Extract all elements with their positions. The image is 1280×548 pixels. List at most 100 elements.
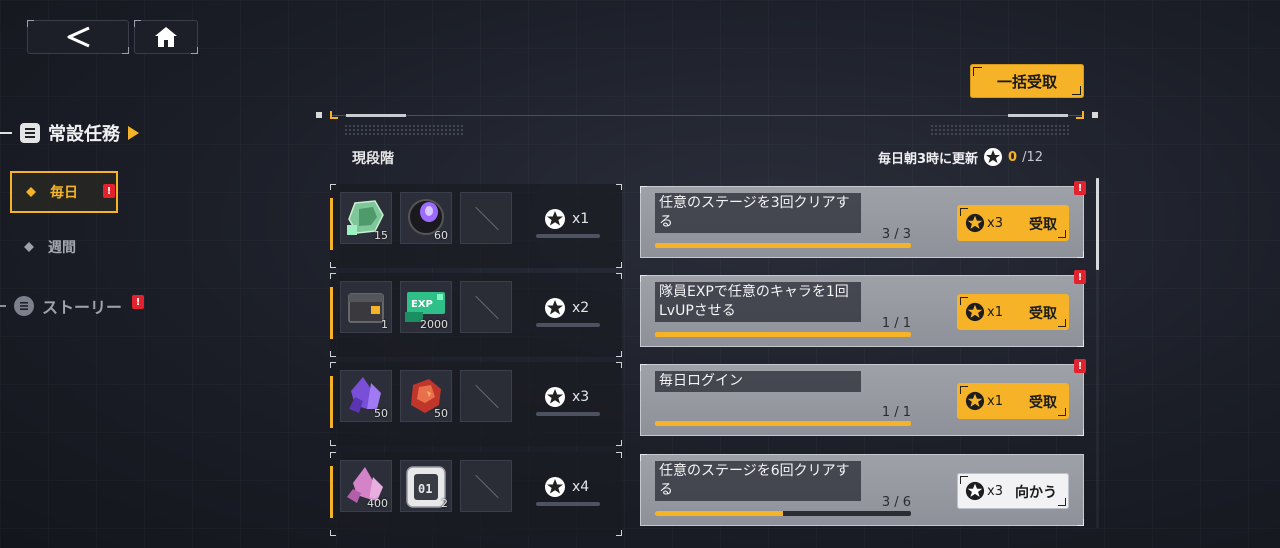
red-ore-icon[interactable]: 50: [400, 370, 452, 422]
star-emblem-icon: [545, 209, 565, 229]
item-quantity: 400: [367, 497, 388, 510]
menu-section-label: ストーリー: [42, 298, 123, 317]
star-emblem-icon: [545, 387, 565, 407]
task-card: 任意のステージを3回クリアする 3 / 3 x3 受取: [640, 186, 1084, 258]
task-progress: 3 / 3: [881, 227, 911, 242]
empty-slot: [460, 370, 512, 422]
menu-dash: [0, 132, 12, 134]
item-quantity: 50: [374, 407, 388, 420]
progress-bar: [655, 511, 911, 516]
alert-badge: !: [1074, 270, 1086, 284]
home-icon: [155, 27, 177, 47]
purple-crystal-icon[interactable]: 50: [340, 370, 392, 422]
menu-section-permanent[interactable]: 常設任務: [0, 120, 139, 146]
refresh-info: 毎日朝3時に更新 0/12: [878, 147, 1043, 167]
star-emblem-icon: [965, 481, 985, 501]
item-quantity: 60: [434, 229, 448, 242]
tab-daily[interactable]: 毎日 !: [10, 171, 118, 213]
task-progress: 1 / 1: [881, 405, 911, 420]
progress-bar: [655, 243, 911, 248]
expand-arrow-icon: [128, 126, 139, 140]
dot-pattern: [930, 124, 1070, 136]
star-reward: x3: [544, 386, 589, 408]
task-row: 1 EXP 2000 x2 隊員EXPで任意のキャラを1回LvUPさせる 1 /…: [330, 270, 1086, 357]
stage-label: 現段階: [352, 151, 394, 167]
diamond-icon: [24, 242, 34, 252]
claim-star-count: x1: [987, 304, 1003, 320]
star-emblem-icon: [545, 298, 565, 318]
dot-pattern: [344, 124, 464, 136]
svg-text:EXP: EXP: [411, 299, 433, 310]
tab-weekly[interactable]: 週間: [24, 237, 76, 257]
star-reward: x1: [544, 208, 589, 230]
star-emblem-icon: [984, 148, 1003, 166]
item-quantity: 50: [434, 407, 448, 420]
timeline-divider: [316, 111, 1098, 119]
back-button[interactable]: [27, 20, 129, 54]
task-progress: 3 / 6: [881, 495, 911, 510]
star-reward-count: x4: [572, 479, 590, 495]
item-quantity: 1: [381, 318, 388, 331]
star-reward-count: x1: [572, 211, 590, 227]
reward-panel: 50 50 x3: [330, 362, 622, 446]
star-reward-count: x2: [572, 300, 590, 316]
claim-button[interactable]: x3 受取: [957, 205, 1069, 241]
task-row: 400 01 2 x4 任意のステージを6回クリアする 3 / 6 x3 向かう: [330, 452, 1086, 536]
back-chevron-icon: [67, 26, 90, 48]
points-current: 0: [1008, 149, 1018, 165]
task-card: 隊員EXPで任意のキャラを1回LvUPさせる 1 / 1 x1 受取: [640, 275, 1084, 347]
progress-bar: [655, 421, 911, 426]
alert-badge: !: [103, 184, 115, 198]
menu-section-story[interactable]: ストーリー: [0, 294, 122, 318]
story-icon: [14, 296, 34, 316]
star-reward: x4: [544, 476, 589, 498]
claim-label: 受取: [1029, 217, 1057, 233]
task-description: 隊員EXPで任意のキャラを1回LvUPさせる: [655, 282, 861, 322]
star-emblem-icon: [965, 391, 985, 411]
claim-button[interactable]: x1 受取: [957, 294, 1069, 330]
claim-button[interactable]: x1 受取: [957, 383, 1069, 419]
green-cube-icon[interactable]: 15: [340, 192, 392, 244]
star-reward: x2: [544, 297, 589, 319]
task-description: 任意のステージを6回クリアする: [655, 461, 861, 501]
collect-all-button[interactable]: 一括受取: [970, 64, 1084, 98]
alert-badge: !: [1074, 181, 1086, 195]
task-card: 毎日ログイン 1 / 1 x1 受取: [640, 364, 1084, 436]
diamond-icon: [26, 187, 36, 197]
menu-section-label: 常設任務: [48, 124, 120, 145]
claim-label: 受取: [1029, 395, 1057, 411]
pink-crystal-icon[interactable]: 400: [340, 460, 392, 512]
task-description: 任意のステージを3回クリアする: [655, 193, 861, 233]
scrollbar-thumb[interactable]: [1096, 178, 1099, 270]
reward-panel: 15 60 x1: [330, 184, 622, 268]
alert-badge: !: [132, 295, 144, 309]
refresh-text: 毎日朝3時に更新: [878, 151, 979, 167]
task-progress: 1 / 1: [881, 316, 911, 331]
item-quantity: 2000: [420, 318, 448, 331]
empty-slot: [460, 192, 512, 244]
claim-label: 受取: [1029, 306, 1057, 322]
exp-card-icon[interactable]: EXP 2000: [400, 281, 452, 333]
task-description: 毎日ログイン: [655, 371, 861, 392]
svg-text:01: 01: [418, 482, 432, 496]
empty-slot: [460, 460, 512, 512]
supply-crate-icon[interactable]: 1: [340, 281, 392, 333]
claim-star-count: x1: [987, 393, 1003, 409]
star-emblem-icon: [545, 477, 565, 497]
go-button[interactable]: x3 向かう: [957, 473, 1069, 509]
claim-star-count: x3: [987, 483, 1003, 499]
star-emblem-icon: [965, 213, 985, 233]
task-row: 15 60 x1 任意のステージを3回クリアする 3 / 3 x3 受取 !: [330, 181, 1086, 268]
item-quantity: 15: [374, 229, 388, 242]
task-row: 50 50 x3 毎日ログイン 1 / 1 x1 受取 !: [330, 359, 1086, 446]
menu-dash: [0, 305, 6, 307]
chip-01-icon[interactable]: 01 2: [400, 460, 452, 512]
empty-slot: [460, 281, 512, 333]
item-quantity: 2: [441, 497, 448, 510]
list-icon: [20, 123, 40, 143]
star-reward-count: x3: [572, 389, 590, 405]
tab-daily-label: 毎日: [50, 185, 78, 201]
home-button[interactable]: [134, 20, 198, 54]
claim-star-count: x3: [987, 215, 1003, 231]
purple-device-icon[interactable]: 60: [400, 192, 452, 244]
